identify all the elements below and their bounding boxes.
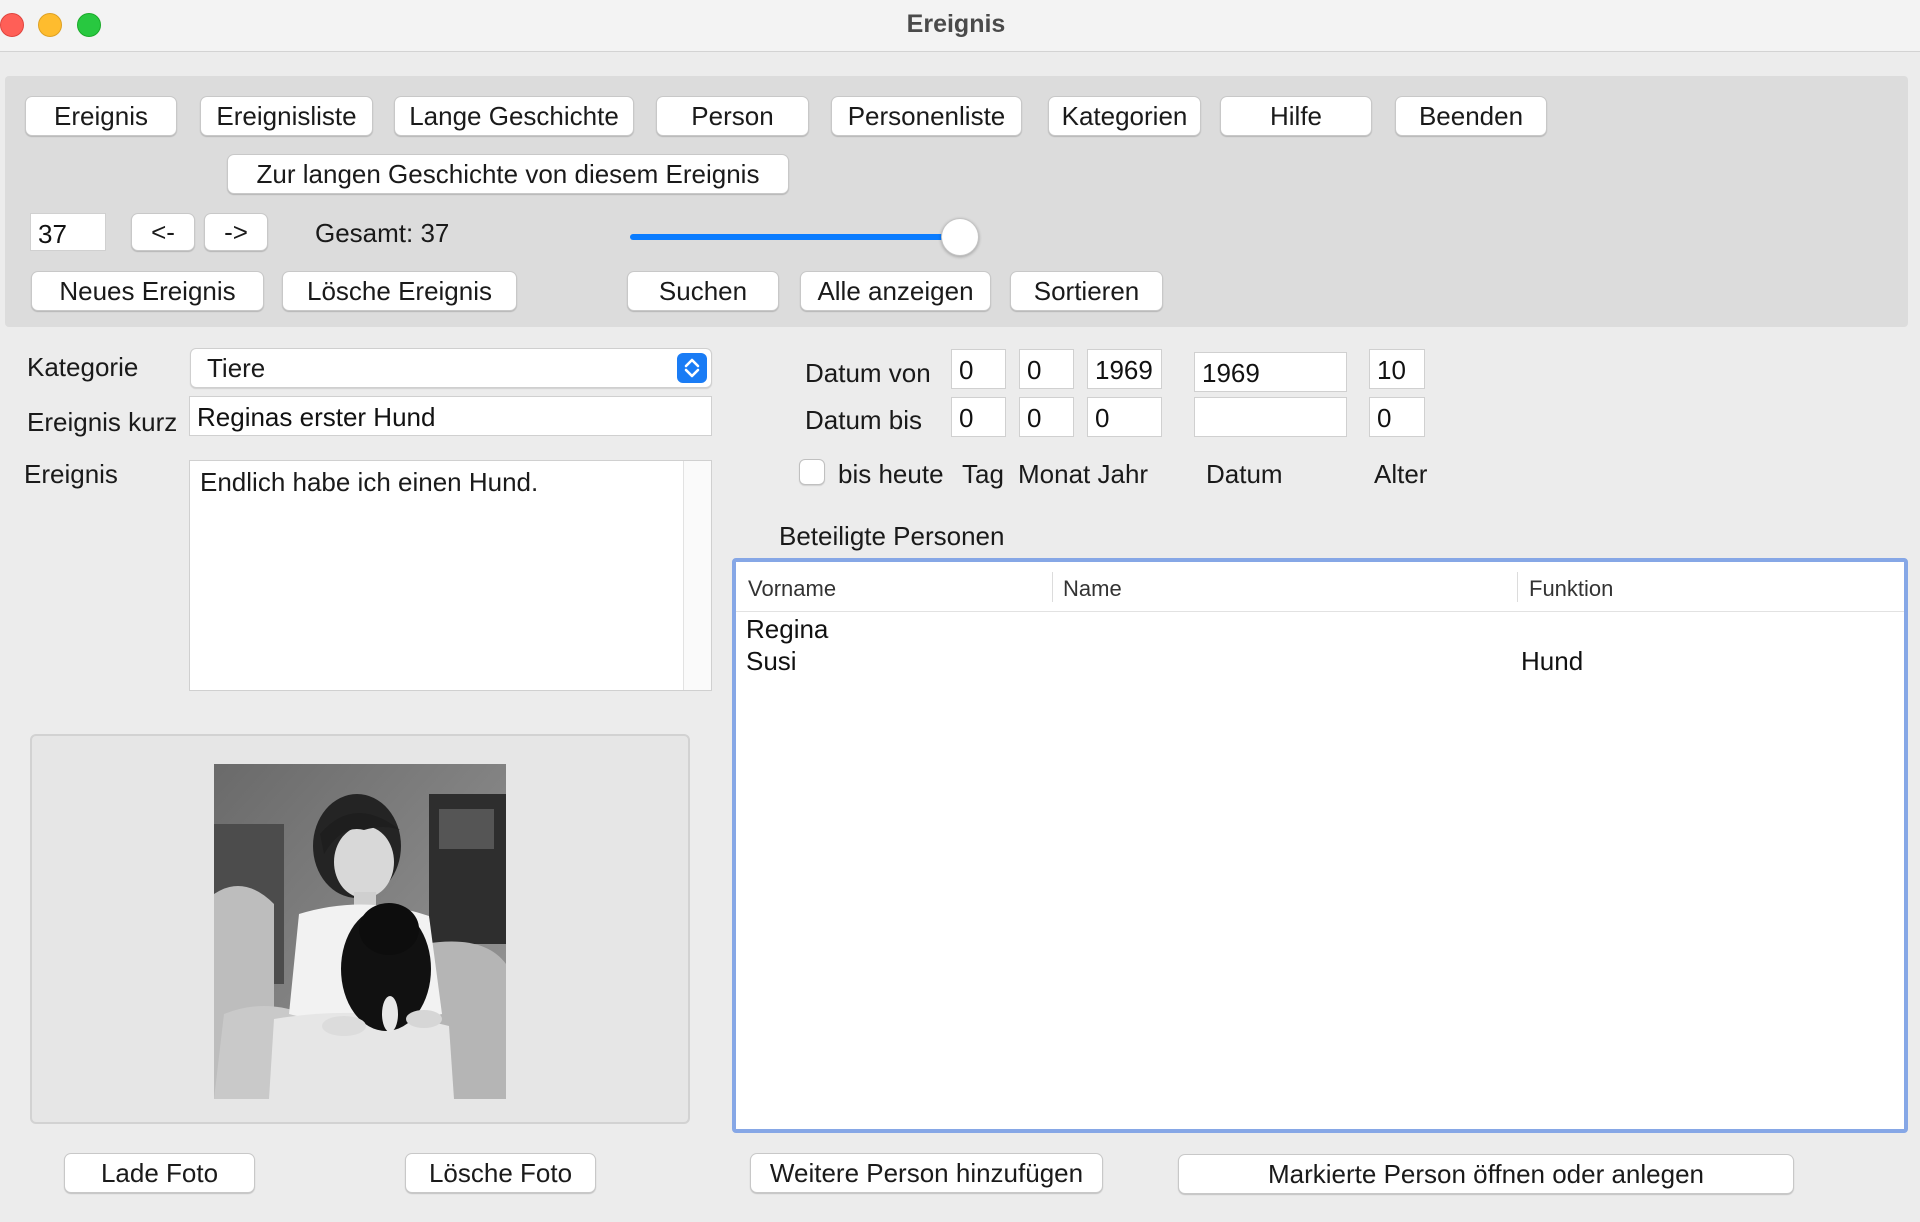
date-to-date-field[interactable] xyxy=(1194,397,1347,437)
date-to-year-field[interactable]: 0 xyxy=(1087,397,1162,437)
previous-record-button[interactable]: <- xyxy=(131,213,195,251)
nav-ereignisliste-button[interactable]: Ereignisliste xyxy=(200,96,373,136)
date-to-age-field[interactable]: 0 xyxy=(1369,397,1425,437)
event-label: Ereignis xyxy=(24,459,118,489)
date-from-age-field[interactable]: 10 xyxy=(1369,349,1425,389)
load-photo-button[interactable]: Lade Foto xyxy=(64,1153,255,1193)
column-separator[interactable] xyxy=(1052,572,1053,602)
long-story-button[interactable]: Zur langen Geschichte von diesem Ereigni… xyxy=(227,154,789,194)
category-label: Kategorie xyxy=(27,352,139,382)
photo-frame[interactable] xyxy=(30,734,690,1124)
total-count-label: Gesamt: 37 xyxy=(315,218,450,248)
date-from-year-field[interactable]: 1969 xyxy=(1087,349,1162,389)
short-event-field[interactable]: Reginas erster Hund xyxy=(189,396,712,436)
nav-beenden-button[interactable]: Beenden xyxy=(1395,96,1547,136)
event-photo xyxy=(214,764,506,1099)
open-marked-person-button[interactable]: Markierte Person öffnen oder anlegen xyxy=(1178,1154,1794,1194)
date-from-label: Datum von xyxy=(805,358,931,388)
column-separator[interactable] xyxy=(1517,572,1518,602)
add-person-button[interactable]: Weitere Person hinzufügen xyxy=(750,1153,1103,1193)
nav-person-button[interactable]: Person xyxy=(656,96,809,136)
short-event-label: Ereignis kurz xyxy=(27,407,178,437)
cell-vorname: Regina xyxy=(746,614,829,644)
cell-vorname: Susi xyxy=(746,646,797,676)
record-slider-track[interactable] xyxy=(630,234,960,240)
updown-chevron-icon xyxy=(677,353,707,383)
sort-button[interactable]: Sortieren xyxy=(1010,271,1163,311)
delete-event-button[interactable]: Lösche Ereignis xyxy=(282,271,517,311)
persons-table-header: Vorname Name Funktion xyxy=(736,562,1904,612)
date-column-label: Datum xyxy=(1206,459,1283,489)
delete-photo-button[interactable]: Lösche Foto xyxy=(405,1153,596,1193)
date-to-label: Datum bis xyxy=(805,405,923,435)
nav-lange-geschichte-button[interactable]: Lange Geschichte xyxy=(394,96,634,136)
column-header-vorname[interactable]: Vorname xyxy=(748,576,836,602)
date-from-day-field[interactable]: 0 xyxy=(951,349,1006,389)
category-value: Tiere xyxy=(207,353,266,383)
nav-kategorien-button[interactable]: Kategorien xyxy=(1048,96,1201,136)
day-column-label: Tag xyxy=(962,459,1004,489)
cell-funktion: Hund xyxy=(1521,646,1584,676)
until-today-label: bis heute xyxy=(838,459,944,489)
title-bar: Ereignis xyxy=(0,0,1920,52)
textarea-scrollbar[interactable] xyxy=(683,461,711,690)
show-all-button[interactable]: Alle anzeigen xyxy=(800,271,991,311)
date-to-month-field[interactable]: 0 xyxy=(1019,397,1074,437)
nav-ereignis-button[interactable]: Ereignis xyxy=(25,96,177,136)
age-column-label: Alter xyxy=(1374,459,1428,489)
column-header-name[interactable]: Name xyxy=(1063,576,1122,602)
persons-table[interactable]: Vorname Name Funktion Regina Susi Hund xyxy=(732,558,1908,1133)
category-select[interactable]: Tiere xyxy=(190,348,712,388)
event-text: Endlich habe ich einen Hund. xyxy=(200,467,539,497)
new-event-button[interactable]: Neues Ereignis xyxy=(31,271,264,311)
nav-personenliste-button[interactable]: Personenliste xyxy=(831,96,1022,136)
involved-persons-label: Beteiligte Personen xyxy=(779,521,1005,551)
event-textarea[interactable]: Endlich habe ich einen Hund. xyxy=(189,460,712,691)
search-button[interactable]: Suchen xyxy=(627,271,779,311)
date-from-month-field[interactable]: 0 xyxy=(1019,349,1074,389)
month-year-column-label: Monat Jahr xyxy=(1018,459,1149,489)
date-to-day-field[interactable]: 0 xyxy=(951,397,1006,437)
nav-hilfe-button[interactable]: Hilfe xyxy=(1220,96,1372,136)
next-record-button[interactable]: -> xyxy=(204,213,268,251)
record-number-field[interactable]: 37 xyxy=(30,213,106,251)
window-title: Ereignis xyxy=(906,10,1006,38)
column-header-funktion[interactable]: Funktion xyxy=(1529,576,1613,602)
record-slider-knob[interactable] xyxy=(941,218,979,256)
date-from-date-field[interactable]: 1969 xyxy=(1194,352,1347,392)
until-today-checkbox[interactable] xyxy=(799,459,825,485)
